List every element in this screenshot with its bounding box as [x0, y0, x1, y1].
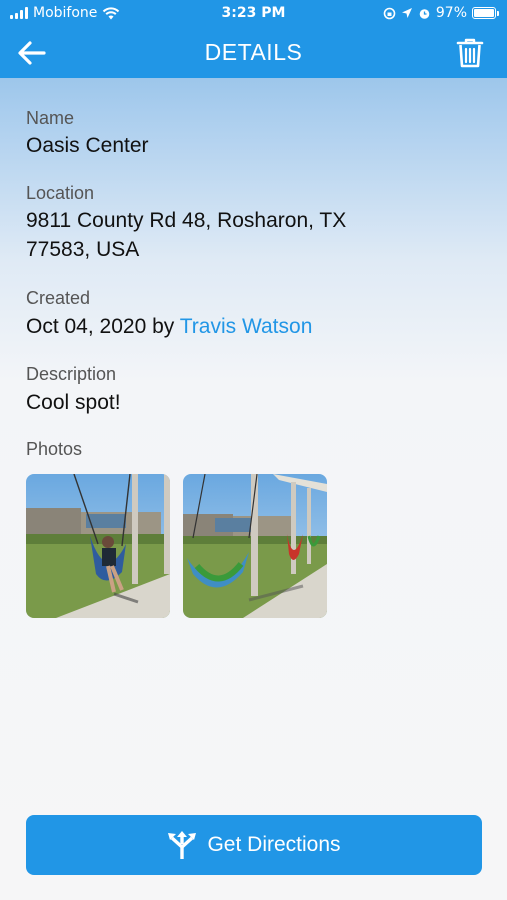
name-label: Name — [26, 108, 75, 128]
description-value: Cool spot! — [26, 391, 121, 414]
created-label: Created — [26, 288, 91, 308]
get-directions-label: Get Directions — [207, 833, 341, 856]
photo-thumbnail-2[interactable] — [183, 474, 327, 618]
battery-icon — [472, 7, 499, 19]
directions-icon — [168, 831, 197, 859]
status-bar: Mobifone 3:23 PM 97% — [0, 0, 507, 28]
location-line1: 9811 County Rd 48, Rosharon, TX — [26, 209, 347, 232]
get-directions-button[interactable]: Get Directions — [26, 815, 482, 875]
photo-gallery — [26, 474, 327, 618]
location-label: Location — [26, 183, 95, 203]
delete-button[interactable] — [455, 37, 485, 69]
page-title: DETAILS — [204, 39, 303, 65]
trash-icon — [456, 38, 484, 68]
orientation-lock-icon — [383, 7, 396, 19]
location-line2: 77583, USA — [26, 238, 140, 261]
photos-label: Photos — [26, 439, 83, 459]
created-date: Oct 04, 2020 by — [26, 315, 175, 338]
photo-person-hammock — [26, 474, 170, 618]
photo-thumbnail-1[interactable] — [26, 474, 170, 618]
created-value: Oct 04, 2020 by Travis Watson — [26, 312, 312, 341]
nav-bar: DETAILS — [0, 28, 507, 78]
description-label: Description — [26, 364, 117, 384]
status-right: 97% — [383, 5, 499, 21]
name-value: Oasis Center — [26, 134, 149, 157]
creator-link[interactable]: Travis Watson — [180, 315, 313, 338]
alarm-icon — [419, 8, 430, 19]
battery-percent: 97% — [435, 5, 467, 21]
photo-empty-hammocks — [183, 474, 327, 618]
location-arrow-icon — [401, 8, 412, 18]
